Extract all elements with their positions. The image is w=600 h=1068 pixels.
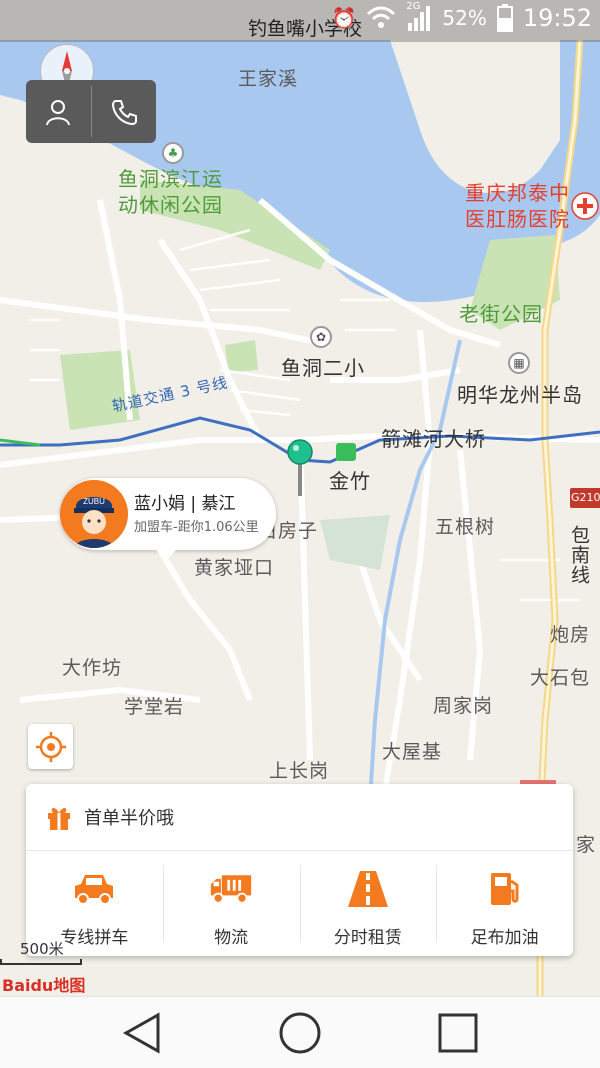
map-label-hospital: 重庆邦泰中 医肛肠医院 — [465, 181, 570, 231]
hospital-icon — [571, 192, 599, 220]
baidu-map-logo: Baidu地图 — [2, 976, 86, 995]
map-label-zhoujiagang: 周家岗 — [433, 695, 494, 717]
building-icon: ▦ — [508, 352, 530, 374]
map-label-baonan-line: 包南线 — [568, 525, 590, 585]
back-triangle-icon — [122, 1012, 160, 1054]
service-list: 专线拼车 物流 分时租赁 足布加油 — [26, 851, 573, 956]
map-label-huangjiayakou: 黄家垭口 — [194, 557, 275, 579]
map-label-laojie-park: 老街公园 — [459, 302, 543, 326]
map-label-wugenshu: 五根树 — [435, 516, 496, 538]
svg-text:ZUBU: ZUBU — [83, 497, 105, 506]
fuel-pump-icon — [483, 869, 527, 909]
services-panel: 首单半价哦 专线拼车 物流 分时租赁 足布加油 — [26, 784, 573, 956]
battery-text: 52% — [442, 6, 487, 30]
map-label-xuetangyan: 学堂岩 — [124, 696, 185, 718]
phone-button[interactable] — [92, 80, 157, 143]
back-button[interactable] — [120, 1011, 164, 1055]
driver-distance: 加盟车-距你1.06公里 — [134, 520, 259, 535]
locate-button[interactable] — [28, 724, 73, 769]
service-label: 物流 — [214, 928, 249, 948]
map-label-jinzhu: 金竹 — [329, 469, 371, 493]
driver-info-bubble[interactable]: ZUBU 蓝小娟 | 綦江 加盟车-距你1.06公里 — [60, 478, 276, 560]
map-scale: 500米 — [0, 938, 82, 965]
map-label-minghua: 明华龙州半岛 — [457, 383, 583, 407]
service-logistics[interactable]: 物流 — [162, 851, 300, 956]
promo-text: 首单半价哦 — [84, 808, 174, 829]
status-time: 19:52 — [522, 4, 592, 32]
map-label-bridge: 箭滩河大桥 — [381, 427, 486, 451]
map-label-dashibao: 大石包 — [530, 667, 591, 689]
map-label-shangchanggang: 上长岗 — [269, 760, 330, 782]
map-label-dazuofang: 大作坊 — [62, 657, 123, 679]
service-fuel[interactable]: 足布加油 — [436, 851, 573, 956]
park-icon: ♣ — [162, 142, 184, 164]
car-icon — [72, 869, 116, 909]
map-label-yudong-park: 鱼洞滨江运 动休闲公园 — [118, 167, 223, 217]
network-type: 2G — [406, 1, 421, 12]
metro-station-icon — [336, 443, 356, 461]
service-label: 足布加油 — [470, 928, 539, 948]
home-button[interactable] — [278, 1011, 322, 1055]
status-bar: 钓鱼嘴小学校 ⏰ 2G 52% 19:52 — [0, 0, 600, 42]
driver-name: 蓝小娟 | 綦江 — [134, 494, 236, 514]
gift-icon — [44, 802, 74, 832]
scale-text: 500米 — [20, 940, 64, 958]
truck-icon — [209, 869, 253, 909]
map-label-g210: G210 — [571, 491, 600, 504]
crosshair-icon — [35, 731, 66, 762]
map-label-paofang: 炮房 — [550, 624, 591, 646]
map-label-wangjiaxi: 王家溪 — [238, 68, 299, 90]
phone-icon — [111, 99, 137, 125]
driver-avatar: ZUBU — [60, 480, 128, 548]
service-label: 分时租赁 — [333, 928, 402, 948]
service-time-rental[interactable]: 分时租赁 — [299, 851, 437, 956]
user-profile-button[interactable] — [26, 80, 91, 143]
wifi-icon — [367, 6, 396, 28]
school-icon: ✿ — [310, 326, 332, 348]
recents-button[interactable] — [436, 1011, 480, 1055]
map-label-jia: 家 — [576, 834, 597, 856]
home-circle-icon — [279, 1012, 321, 1054]
top-controls — [26, 80, 156, 143]
android-nav-bar — [0, 996, 600, 1068]
promo-banner[interactable]: 首单半价哦 — [26, 784, 573, 851]
battery-icon — [496, 4, 513, 32]
map-label-dawuji: 大屋基 — [382, 741, 443, 763]
map-label-yudong-school: 鱼洞二小 — [281, 356, 365, 380]
alarm-icon: ⏰ — [331, 6, 357, 30]
road-icon — [346, 869, 390, 909]
recents-square-icon — [438, 1013, 478, 1053]
user-icon — [46, 99, 71, 125]
